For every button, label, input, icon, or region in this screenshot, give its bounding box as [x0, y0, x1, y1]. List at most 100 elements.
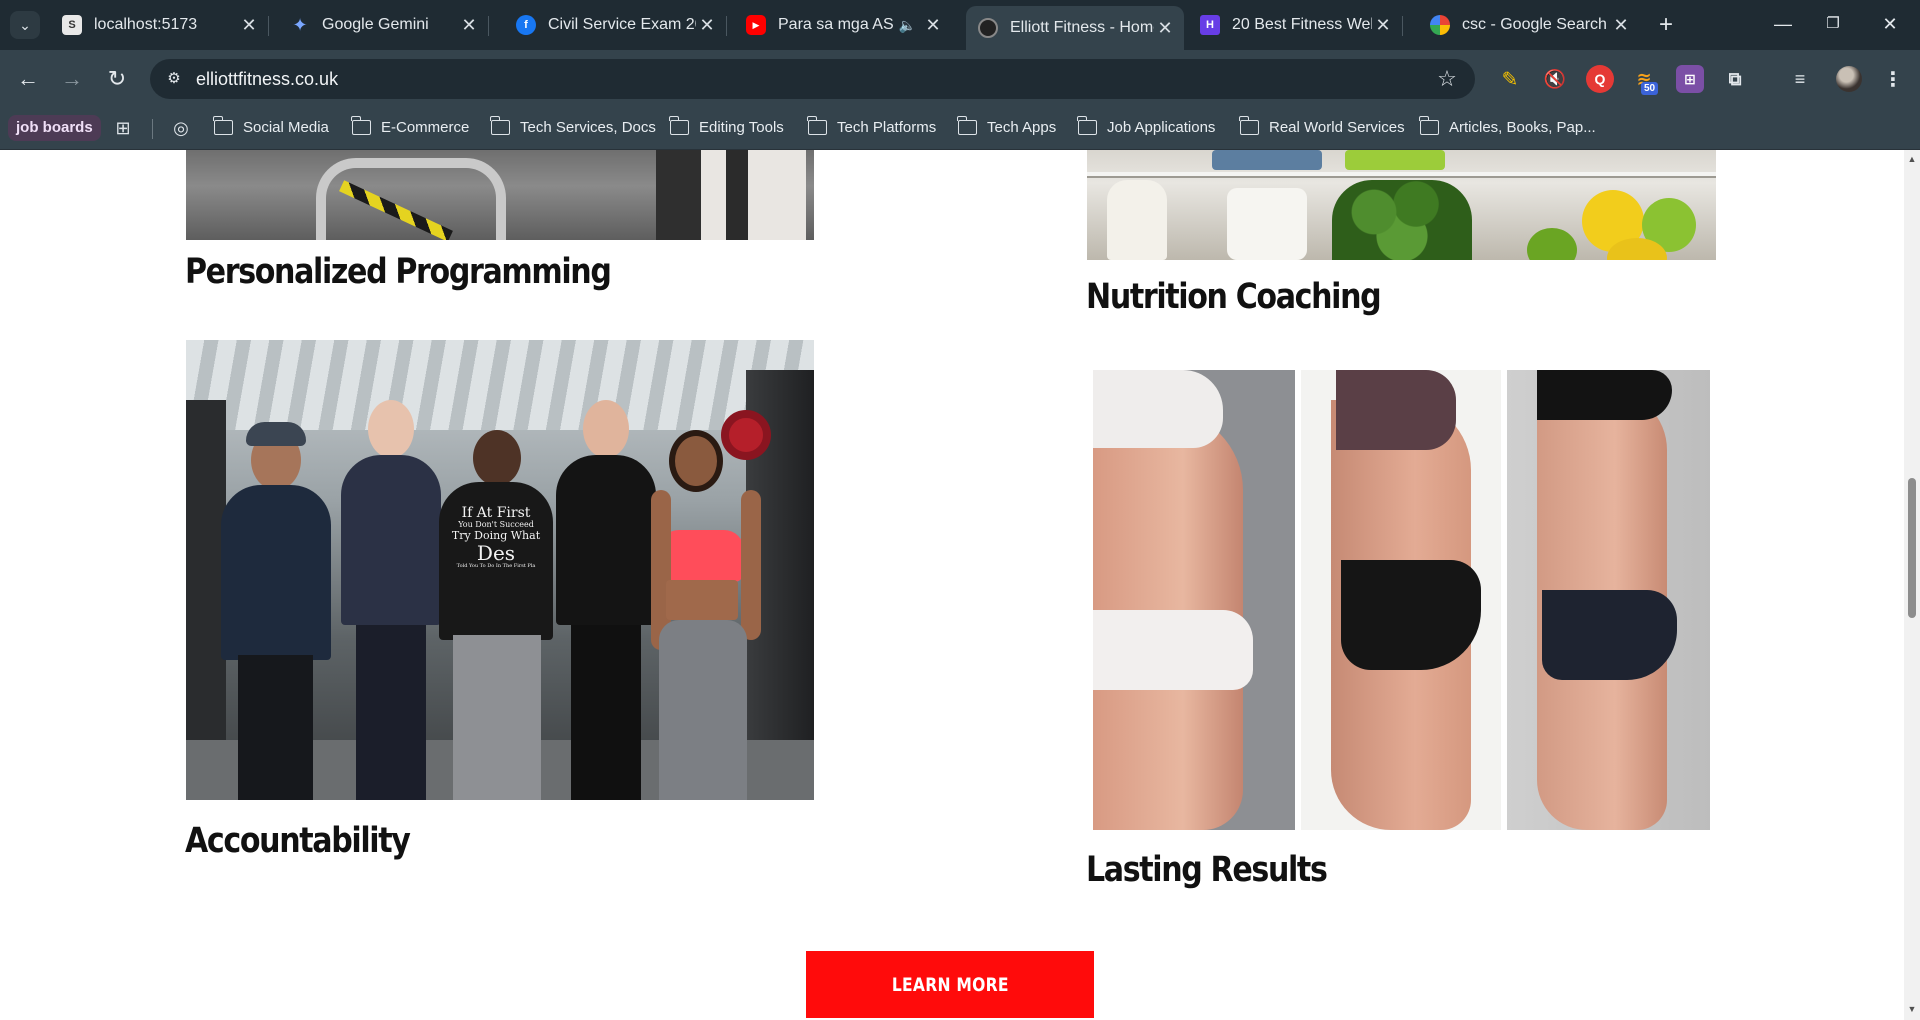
bookmark-folder-social-media[interactable]: Social Media [213, 116, 329, 136]
person-legs [238, 655, 313, 800]
scroll-thumb[interactable] [1908, 478, 1916, 618]
person-legs [356, 625, 426, 800]
person-figure [216, 420, 336, 800]
bookmarks-bar: job boards ⊞ ◎ Social Media E-Commerce T… [0, 108, 1920, 150]
tab-title: localhost:5173 [94, 16, 198, 33]
tab-google-search[interactable]: csc - Google Search ✕ [1418, 6, 1640, 44]
briefs [1341, 560, 1481, 670]
tab-title: Civil Service Exam 20… [548, 16, 696, 33]
bookmark-star-icon[interactable]: ☆ [1433, 65, 1461, 93]
tab-title: Elliott Fitness - Home [1010, 19, 1154, 36]
tab-elliott-fitness[interactable]: Elliott Fitness - Home ✕ [966, 6, 1184, 50]
new-tab-button[interactable]: + [1651, 10, 1681, 40]
tab-separator [268, 16, 269, 36]
sports-top [1093, 370, 1223, 448]
bookmark-folder-e-commerce[interactable]: E-Commerce [351, 116, 469, 136]
close-icon[interactable]: ✕ [1154, 18, 1176, 39]
close-icon[interactable]: ✕ [696, 15, 718, 36]
bookmark-folder-articles[interactable]: Articles, Books, Pap... [1419, 116, 1596, 136]
tab-strip: ⌄ S localhost:5173 ✕ ✦ Google Gemini ✕ f… [0, 0, 1920, 50]
milk-bottle [1107, 180, 1167, 260]
reload-icon[interactable]: ↻ [101, 63, 133, 95]
bookmark-folder-tech-platforms[interactable]: Tech Platforms [807, 116, 937, 136]
bookmark-folder-job-applications[interactable]: Job Applications [1077, 116, 1216, 136]
cap [246, 422, 306, 446]
extensions-puzzle-icon[interactable]: ⧉ [1721, 65, 1749, 93]
folder-icon [351, 116, 371, 135]
personalized-programming-photo [186, 150, 814, 240]
service-heading-accountability: Accountability [185, 821, 411, 861]
page-scrollbar[interactable]: ▲ ▼ [1904, 150, 1920, 1020]
close-icon[interactable]: ✕ [922, 15, 944, 36]
quiz-extension-icon[interactable]: Q [1586, 65, 1614, 93]
back-arrow-icon[interactable]: ← [12, 63, 44, 95]
bookmark-label: Tech Platforms [837, 119, 937, 136]
mute-icon[interactable]: 🔇 [1541, 65, 1569, 93]
tshirt: If At First You Don't Succeed Try Doing … [439, 482, 553, 640]
address-text[interactable]: elliottfitness.co.uk [196, 69, 338, 90]
scroll-up-icon[interactable]: ▲ [1904, 154, 1920, 166]
forward-arrow-icon[interactable]: → [56, 63, 88, 95]
tab-title: Google Gemini [322, 16, 429, 33]
bookmark-folder-real-world-services[interactable]: Real World Services [1239, 116, 1405, 136]
bookmark-folder-tech-apps[interactable]: Tech Apps [957, 116, 1057, 136]
tab-gemini[interactable]: ✦ Google Gemini ✕ [278, 6, 489, 44]
globe-icon[interactable]: ◎ [170, 117, 192, 139]
sports-top [1537, 370, 1672, 420]
person-figure [656, 150, 806, 240]
bookmark-label: Articles, Books, Pap... [1449, 119, 1596, 136]
bookmarks-divider [152, 119, 153, 139]
hostinger-icon: H [1200, 15, 1220, 35]
google-icon [1430, 15, 1450, 35]
bookmark-label: Tech Apps [987, 119, 1057, 136]
tab-hostinger[interactable]: H 20 Best Fitness Webs… ✕ [1188, 6, 1403, 44]
shirt-text: Des [476, 541, 516, 566]
speaker-icon[interactable]: 🔈 [899, 17, 916, 34]
browser-toolbar: ← → ↻ ⚙ elliottfitness.co.uk ☆ ✎ 🔇 Q ≋ 5… [0, 50, 1920, 108]
highlighter-icon[interactable]: ✎ [1496, 65, 1524, 93]
site-settings-icon[interactable]: ⚙ [162, 68, 186, 90]
bookmark-label: Job Applications [1107, 119, 1216, 136]
bookmark-label: Editing Tools [699, 119, 784, 136]
bookmark-label: Tech Services, Docs [520, 119, 656, 136]
learn-more-label: LEARN MORE [891, 973, 1009, 996]
learn-more-button[interactable]: LEARN MORE [806, 951, 1094, 1018]
fridge-shelf [1087, 172, 1716, 178]
gemini-icon: ✦ [292, 14, 308, 35]
bookmark-folder-editing-tools[interactable]: Editing Tools [669, 116, 784, 136]
close-icon[interactable]: ✕ [1372, 15, 1394, 36]
close-icon[interactable]: ✕ [458, 15, 480, 36]
tab-separator [1402, 16, 1403, 36]
folder-icon [1077, 116, 1097, 135]
close-icon[interactable]: ✕ [238, 15, 260, 36]
menu-kebab-icon[interactable]: ⋮ [1879, 65, 1907, 93]
reader-extension-icon[interactable]: ⊞ [1676, 65, 1704, 93]
parsley-bunch [1332, 180, 1472, 260]
window-close-icon[interactable]: ✕ [1867, 8, 1913, 40]
folder-icon [669, 116, 689, 135]
folder-icon [807, 116, 827, 135]
minimize-icon[interactable]: — [1760, 8, 1806, 40]
restore-icon[interactable]: ❐ [1810, 8, 1856, 40]
profile-avatar[interactable] [1836, 66, 1862, 92]
hoodie [221, 485, 331, 660]
lasting-results-photo [1093, 370, 1710, 830]
address-bar[interactable]: ⚙ elliottfitness.co.uk ☆ [150, 59, 1475, 99]
folder-icon [1239, 116, 1259, 135]
tab-search-button[interactable]: ⌄ [10, 11, 40, 39]
apps-grid-icon[interactable]: ⊞ [112, 117, 134, 139]
bookmark-chip-job-boards[interactable]: job boards [8, 115, 101, 141]
media-controls-icon[interactable]: ≡ [1786, 65, 1814, 93]
tshirt [341, 455, 441, 625]
scroll-down-icon[interactable]: ▼ [1904, 1004, 1920, 1016]
close-icon[interactable]: ✕ [1610, 15, 1632, 36]
lime [1527, 228, 1577, 260]
gym-ceiling [186, 340, 814, 430]
tab-youtube[interactable]: ▶ Para sa mga ASSI… 🔈 ✕ [734, 6, 952, 44]
tab-localhost[interactable]: S localhost:5173 ✕ [50, 6, 269, 44]
bookmark-folder-tech-services[interactable]: Tech Services, Docs [490, 116, 656, 136]
tab-separator [726, 16, 727, 36]
tab-separator [488, 16, 489, 36]
tab-facebook[interactable]: f Civil Service Exam 20… ✕ [504, 6, 727, 44]
tab-title: Para sa mga ASSI… [778, 16, 893, 33]
